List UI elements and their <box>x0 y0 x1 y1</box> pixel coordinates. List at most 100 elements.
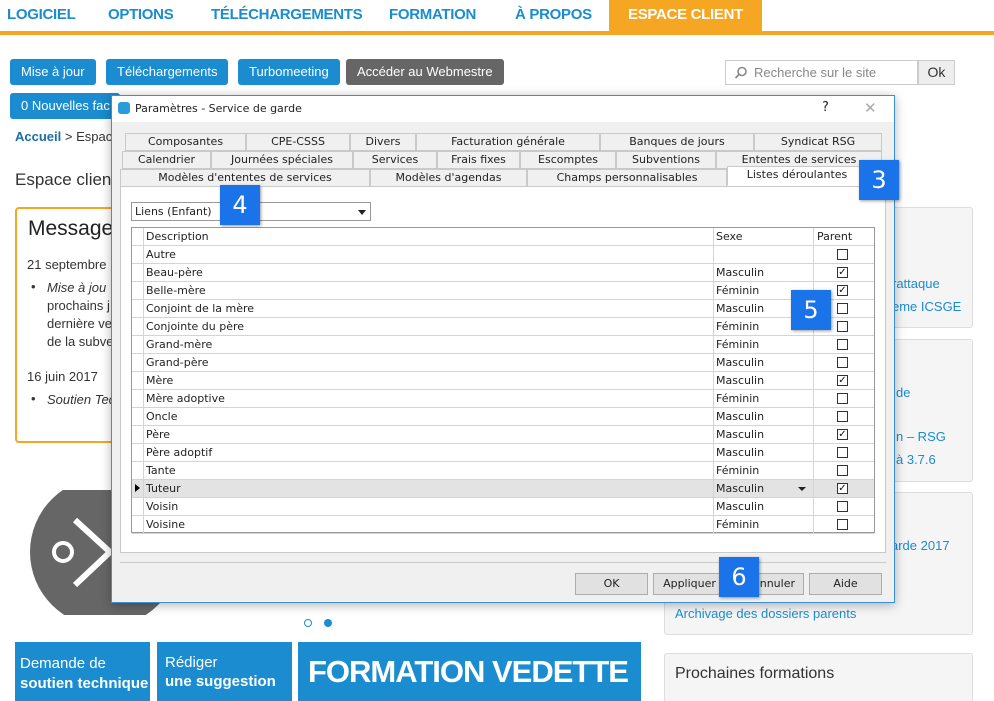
ok-button[interactable]: OK <box>575 573 648 595</box>
tab-facturation[interactable]: Facturation générale <box>416 133 600 151</box>
archivage-link[interactable]: Archivage des dossiers parents <box>675 606 856 621</box>
cell-description[interactable]: Tuteur <box>146 482 181 495</box>
tab-divers[interactable]: Divers <box>350 133 416 151</box>
tab-journees[interactable]: Journées spéciales <box>211 151 353 169</box>
parent-checkbox[interactable] <box>837 519 848 530</box>
parent-checkbox[interactable] <box>837 357 848 368</box>
cell-description[interactable]: Mère adoptive <box>146 392 225 405</box>
cell-description[interactable]: Voisine <box>146 518 185 531</box>
cell-description[interactable]: Belle-mère <box>146 284 206 297</box>
webmestre-button[interactable]: Accéder au Webmestre <box>346 59 504 85</box>
cell-description[interactable]: Mère <box>146 374 173 387</box>
tab-champs[interactable]: Champs personnalisables <box>527 169 727 187</box>
cell-description[interactable]: Grand-père <box>146 356 209 369</box>
table-row[interactable]: Grand-mère Féminin <box>132 336 874 354</box>
table-row[interactable]: Mère Masculin ✓ <box>132 372 874 390</box>
col-sexe[interactable]: Sexe <box>716 230 743 243</box>
cell-sexe[interactable]: Masculin <box>716 410 764 423</box>
table-row[interactable]: Grand-père Masculin <box>132 354 874 372</box>
parent-checkbox[interactable] <box>837 411 848 422</box>
right-link-1[interactable]: rattaque <box>892 276 940 291</box>
search-input[interactable]: Recherche sur le site <box>725 60 918 85</box>
close-icon[interactable]: ✕ <box>864 99 877 117</box>
tab-frais-fixes[interactable]: Frais fixes <box>437 151 520 169</box>
table-row[interactable]: Conjointe du père Féminin <box>132 318 874 336</box>
chevron-down-icon[interactable] <box>358 210 366 215</box>
mise-a-jour-button[interactable]: Mise à jour <box>10 59 96 85</box>
cell-sexe[interactable]: Masculin <box>716 428 764 441</box>
row-selector[interactable] <box>132 300 144 317</box>
row-selector[interactable] <box>132 246 144 263</box>
cell-sexe[interactable]: Féminin <box>716 338 759 351</box>
row-selector[interactable] <box>132 318 144 335</box>
row-selector[interactable] <box>132 336 144 353</box>
right-link-3[interactable]: de <box>896 385 910 400</box>
tab-subventions[interactable]: Subventions <box>616 151 716 169</box>
cell-sexe[interactable]: Masculin <box>716 374 764 387</box>
nav-telechargements[interactable]: TÉLÉCHARGEMENTS <box>211 0 363 31</box>
nav-a-propos[interactable]: À PROPOS <box>515 0 592 31</box>
right-link-5[interactable]: à 3.7.6 <box>896 452 936 467</box>
parent-checkbox[interactable] <box>837 321 848 332</box>
nouvelles-factures-button[interactable]: 0 Nouvelles fac <box>10 93 120 119</box>
tab-calendrier[interactable]: Calendrier <box>122 151 211 169</box>
table-row[interactable]: Tuteur Masculin ✓ <box>132 480 874 498</box>
right-link-6[interactable]: arde 2017 <box>891 538 950 553</box>
breadcrumb-home[interactable]: Accueil <box>15 129 61 144</box>
table-row[interactable]: Beau-père Masculin ✓ <box>132 264 874 282</box>
cell-description[interactable]: Voisin <box>146 500 178 513</box>
parent-checkbox[interactable] <box>837 501 848 512</box>
cell-description[interactable]: Conjointe du père <box>146 320 244 333</box>
cell-sexe[interactable]: Masculin <box>716 302 764 315</box>
table-row[interactable]: Oncle Masculin <box>132 408 874 426</box>
cell-sexe[interactable]: Féminin <box>716 284 759 297</box>
table-row[interactable]: Voisin Masculin <box>132 498 874 516</box>
cell-description[interactable]: Père <box>146 428 170 441</box>
tab-composantes[interactable]: Composantes <box>125 133 246 151</box>
table-row[interactable]: Père adoptif Masculin <box>132 444 874 462</box>
col-parent[interactable]: Parent <box>817 230 852 243</box>
right-link-4[interactable]: n – RSG <box>896 429 946 444</box>
cell-sexe[interactable]: Masculin <box>716 266 764 279</box>
cell-description[interactable]: Grand-mère <box>146 338 212 351</box>
tab-escomptes[interactable]: Escomptes <box>520 151 616 169</box>
tab-modeles-agendas[interactable]: Modèles d'agendas <box>370 169 527 187</box>
cell-description[interactable]: Beau-père <box>146 266 203 279</box>
search-ok-button[interactable]: Ok <box>918 60 955 85</box>
nav-formation[interactable]: FORMATION <box>389 0 476 31</box>
turbomeeting-button[interactable]: Turbomeeting <box>238 59 340 85</box>
help-icon[interactable]: ? <box>822 100 829 115</box>
table-row[interactable]: Tante Féminin <box>132 462 874 480</box>
parent-checkbox[interactable] <box>837 249 848 260</box>
parent-checkbox[interactable]: ✓ <box>837 267 848 278</box>
cell-description[interactable]: Conjoint de la mère <box>146 302 254 315</box>
nav-espace-client[interactable]: ESPACE CLIENT <box>609 0 763 35</box>
tab-cpe-csss[interactable]: CPE-CSSS <box>246 133 350 151</box>
row-selector[interactable] <box>132 282 144 299</box>
tab-banques[interactable]: Banques de jours <box>600 133 754 151</box>
row-selector[interactable] <box>132 264 144 281</box>
table-row[interactable]: Autre <box>132 246 874 264</box>
row-selector[interactable] <box>132 516 144 533</box>
parent-checkbox[interactable]: ✓ <box>837 429 848 440</box>
parent-checkbox[interactable] <box>837 339 848 350</box>
row-selector[interactable] <box>132 498 144 515</box>
carousel-dot-2[interactable] <box>324 619 332 627</box>
table-row[interactable]: Père Masculin ✓ <box>132 426 874 444</box>
cell-sexe[interactable]: Masculin <box>716 482 764 495</box>
cell-sexe[interactable]: Féminin <box>716 464 759 477</box>
parent-checkbox[interactable] <box>837 393 848 404</box>
telechargements-button[interactable]: Téléchargements <box>106 59 229 85</box>
table-row[interactable]: Voisine Féminin <box>132 516 874 534</box>
cell-description[interactable]: Autre <box>146 248 176 261</box>
parent-checkbox[interactable] <box>837 447 848 458</box>
col-description[interactable]: Description <box>146 230 209 243</box>
row-selector[interactable] <box>132 462 144 479</box>
table-row[interactable]: Conjoint de la mère Masculin <box>132 300 874 318</box>
parent-checkbox[interactable] <box>837 303 848 314</box>
carousel-dot-1[interactable] <box>304 619 312 627</box>
table-row[interactable]: Belle-mère Féminin ✓ <box>132 282 874 300</box>
cell-sexe[interactable]: Masculin <box>716 500 764 513</box>
cell-sexe[interactable]: Masculin <box>716 356 764 369</box>
row-selector[interactable] <box>132 480 144 497</box>
